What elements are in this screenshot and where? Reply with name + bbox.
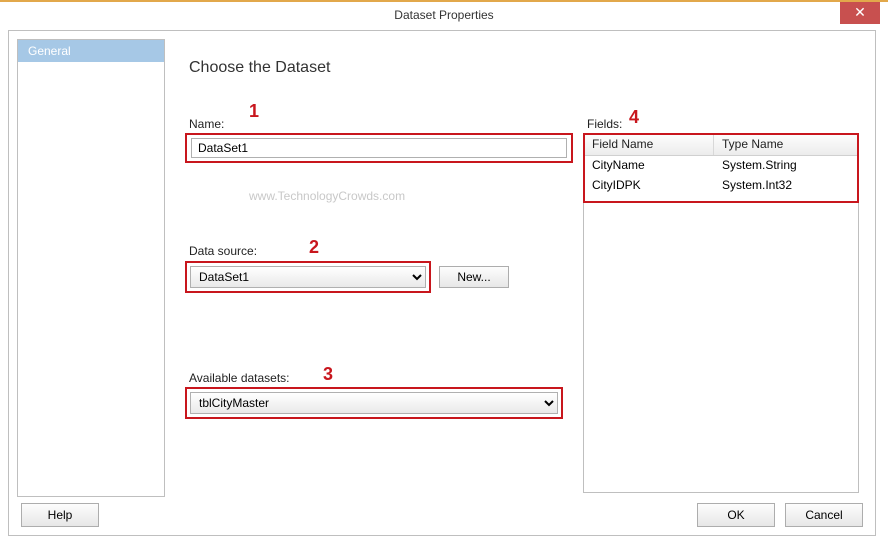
name-input[interactable] [191, 138, 567, 158]
fields-table: Field Name Type Name CityName System.Str… [583, 133, 859, 493]
sidebar: General [17, 39, 165, 497]
fields-header-name: Field Name [584, 134, 714, 155]
name-input-highlight [185, 133, 573, 163]
available-datasets-label: Available datasets: [189, 371, 290, 385]
watermark: www.TechnologyCrowds.com [249, 189, 405, 203]
cell-type-name: System.Int32 [714, 176, 858, 196]
new-button[interactable]: New... [439, 266, 509, 288]
data-source-row: DataSet1 New... [185, 261, 509, 293]
close-icon: ✕ [854, 4, 866, 20]
table-row[interactable]: CityName System.String [584, 156, 858, 176]
cell-type-name: System.String [714, 156, 858, 176]
cell-field-name: CityIDPK [584, 176, 714, 196]
available-datasets-select[interactable]: tblCityMaster [190, 392, 558, 414]
help-button[interactable]: Help [21, 503, 99, 527]
annotation-3: 3 [323, 364, 333, 385]
fields-header-type: Type Name [714, 134, 858, 155]
fields-label: Fields: [587, 117, 622, 131]
sidebar-item-label: General [28, 44, 71, 58]
ok-button[interactable]: OK [697, 503, 775, 527]
page-heading: Choose the Dataset [189, 59, 867, 77]
fields-table-header: Field Name Type Name [584, 134, 858, 156]
cancel-button[interactable]: Cancel [785, 503, 863, 527]
cell-field-name: CityName [584, 156, 714, 176]
annotation-2: 2 [309, 237, 319, 258]
close-button[interactable]: ✕ [840, 2, 880, 24]
help-button-wrap: Help [21, 503, 99, 527]
dialog-body: General Choose the Dataset 1 Name: www.T… [8, 30, 876, 536]
footer-buttons: OK Cancel [697, 503, 863, 527]
main-panel: Choose the Dataset 1 Name: www.Technolog… [179, 39, 867, 495]
annotation-1: 1 [249, 101, 259, 122]
annotation-4: 4 [629, 107, 639, 128]
data-source-select[interactable]: DataSet1 [190, 266, 426, 288]
title-bar: Dataset Properties ✕ [0, 0, 888, 28]
sidebar-item-general[interactable]: General [18, 40, 164, 62]
name-label: Name: [189, 117, 224, 131]
table-row[interactable]: CityIDPK System.Int32 [584, 176, 858, 196]
window-title: Dataset Properties [394, 8, 493, 22]
available-datasets-highlight: tblCityMaster [185, 387, 563, 419]
data-source-label: Data source: [189, 244, 257, 258]
data-source-highlight: DataSet1 [185, 261, 431, 293]
